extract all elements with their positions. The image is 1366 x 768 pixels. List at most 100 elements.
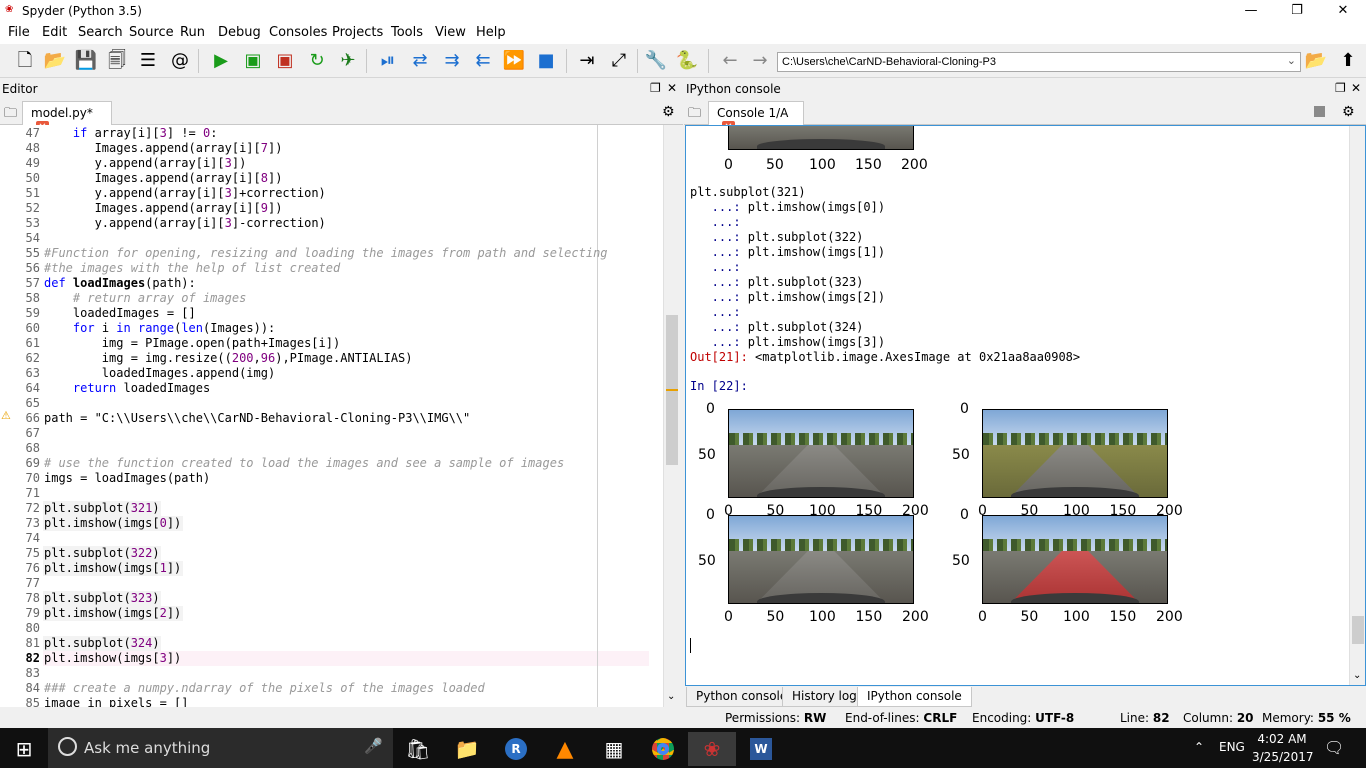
parent-dir-icon[interactable]: ⬆ [1336,49,1360,73]
new-file-icon[interactable]: 🗋 [13,49,37,73]
menu-debug[interactable]: Debug [218,25,261,40]
run-cell-advance-icon[interactable]: ▣ [273,49,297,73]
x-tick-label: 0 [724,157,733,173]
line-number: 55 [25,246,40,260]
console-history-line: ...: plt.imshow(imgs[3]) [690,335,886,349]
x-tick-label: 150 [1109,609,1137,625]
continue-icon[interactable]: ⏩ [502,49,526,73]
editor-tab-bar: 🗀 model.py*✕ ⚙ [0,99,683,134]
python-path-icon[interactable]: 🐍 [675,49,699,73]
menu-consoles[interactable]: Consoles [269,25,327,40]
language-indicator[interactable]: ENG [1219,740,1245,754]
chevron-down-icon[interactable]: ⌄ [1287,54,1296,67]
editor-pane-header: Editor ❐ ✕ [0,79,683,99]
preferences-icon[interactable]: 🔧 [644,49,668,73]
open-file-icon[interactable]: 📂 [43,49,67,73]
minimize-button[interactable]: — [1228,0,1274,22]
save-all-icon[interactable]: 🗐 [105,49,129,73]
spyder-taskbar-icon[interactable]: ❀ [688,732,736,766]
code-editor[interactable]: 47 48 49 50 51 52 53 54 55 56 57 58 59 60 61 62 63 64 65 66… [0,125,679,707]
tab-model-py[interactable]: model.py*✕ [22,101,112,134]
forward-icon[interactable]: → [748,49,772,73]
code-line: Images.append(array[i][9]) [44,201,283,215]
browse-tabs-icon[interactable]: 🗀 [4,104,17,126]
vlc-icon[interactable]: ▲ [541,732,589,766]
word-icon[interactable]: W [737,732,785,766]
browse-folder-icon[interactable]: 📂 [1304,49,1328,73]
gear-icon[interactable]: ⚙ [662,104,675,120]
line-number: 58 [25,291,40,305]
tab-ipython-console[interactable]: IPython console [857,687,972,707]
windows-start-icon[interactable]: ⊞ [0,732,48,766]
console-scroll-thumb[interactable] [1352,616,1364,644]
chevron-up-icon[interactable]: ⌃ [1194,740,1204,754]
chrome-icon[interactable] [639,732,687,766]
editor-scrollbar[interactable]: ⌄ [663,125,679,707]
ipython-console[interactable]: 0 50 100 150 200 plt.subplot(321) ...: plt.i… [685,125,1366,686]
console-history-line: ...: plt.subplot(323) [690,275,864,289]
menu-search[interactable]: Search [78,25,123,40]
menu-tools[interactable]: Tools [391,25,423,40]
clock-time[interactable]: 4:02 AM [1256,732,1308,746]
file-list-icon[interactable]: ☰ [136,49,160,73]
debug-icon[interactable]: ⏯ [376,49,400,73]
subplot-image-3 [728,515,914,604]
tab-python-console[interactable]: Python console [686,687,798,707]
menu-projects[interactable]: Projects [332,25,383,40]
calculator-icon[interactable]: ▦ [590,732,638,766]
save-icon[interactable]: 💾 [74,49,98,73]
step-into-icon[interactable]: ⇉ [440,49,464,73]
browse-tabs-icon[interactable]: 🗀 [688,104,701,126]
code-line: img = PImage.open(path+Images[i]) [44,336,341,350]
store-icon[interactable]: 🛍 [394,732,442,766]
scroll-down-icon[interactable]: ⌄ [1353,670,1361,681]
warning-icon[interactable]: ⚠ [1,409,11,422]
restore-button[interactable]: ❐ [1274,0,1320,22]
undock-icon[interactable]: ❐ [650,81,661,95]
step-return-icon[interactable]: ⇇ [471,49,495,73]
memory-status: Memory: 55 % [1262,711,1351,725]
menu-file[interactable]: File [8,25,30,40]
stop-kernel-icon[interactable] [1314,106,1325,117]
working-directory-combo[interactable]: C:\Users\che\CarND-Behavioral-Cloning-P3… [777,52,1301,72]
search-box[interactable]: Ask me anything 🎤 [48,728,393,768]
console-scrollbar[interactable]: ⌄ [1349,126,1365,685]
run-cell-icon[interactable]: ▣ [241,49,265,73]
run-icon[interactable]: ▶ [209,49,233,73]
gear-icon[interactable]: ⚙ [1342,104,1355,120]
code-line: for i in range(len(Images)): [72,321,276,335]
clock-date[interactable]: 3/25/2017 [1252,750,1314,764]
r-icon[interactable]: R [492,732,540,766]
window-title: Spyder (Python 3.5) [22,4,142,18]
line-number: 68 [25,441,40,455]
close-button[interactable]: ✕ [1320,0,1366,22]
menu-help[interactable]: Help [476,25,506,40]
close-pane-icon[interactable]: ✕ [667,81,677,95]
back-icon[interactable]: ← [718,49,742,73]
notifications-icon[interactable]: 🗨 [1324,738,1344,757]
scroll-down-icon[interactable]: ⌄ [667,691,675,702]
at-icon[interactable]: @ [168,49,192,73]
microphone-icon[interactable]: 🎤 [364,737,383,755]
code-line: image_in_pixels = [] [44,696,189,707]
undock-icon[interactable]: ❐ [1335,81,1346,95]
menu-view[interactable]: View [435,25,466,40]
search-placeholder: Ask me anything [84,739,211,757]
menu-edit[interactable]: Edit [42,25,67,40]
out-text: <matplotlib.image.AxesImage at 0x21aa8aa… [747,350,1081,364]
step-icon[interactable]: ⇄ [408,49,432,73]
fullscreen-icon[interactable]: ⤢ [607,49,631,73]
maximize-pane-icon[interactable]: ⇥ [575,49,599,73]
menu-source[interactable]: Source [129,25,174,40]
menu-run[interactable]: Run [180,25,205,40]
tab-history-log[interactable]: History log [782,687,867,707]
stop-icon[interactable]: ■ [534,49,558,73]
file-explorer-icon[interactable]: 📁 [443,732,491,766]
subplot-image-4 [982,515,1168,604]
code-line: plt.imshow(imgs[1]) [44,561,182,575]
rerun-icon[interactable]: ↻ [305,49,329,73]
close-pane-icon[interactable]: ✕ [1351,81,1361,95]
tab-console-1a[interactable]: Console 1/A✕ [708,101,804,134]
run-selection-icon[interactable]: ✈ [336,49,360,73]
y-tick-label: 0 [706,507,715,523]
